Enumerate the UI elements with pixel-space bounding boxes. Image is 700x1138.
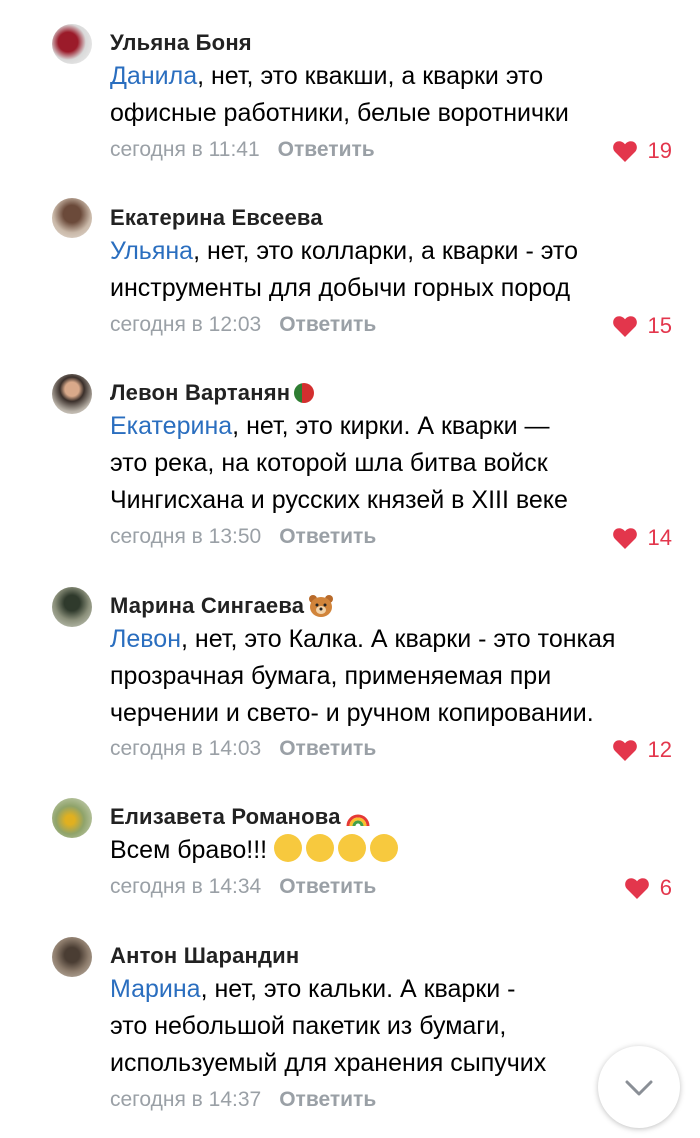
reply-button[interactable]: Ответить [279,875,376,898]
comment-meta: сегодня в 14:37 Ответить [110,1088,376,1112]
comment-text: Левон, нет, это Калка. А кварки - это то… [110,625,616,727]
comment-text: Марина, нет, это кальки. А кварки - это … [110,975,547,1077]
reply-button[interactable]: Ответить [278,138,375,161]
comment-meta: сегодня в 14:03 Ответить [110,737,376,761]
like-count: 12 [647,737,672,762]
mention-link[interactable]: Марина [110,975,201,1003]
heart-icon [612,528,637,549]
heart-icon [612,740,637,761]
heart-icon [612,141,637,162]
like-button[interactable]: 6 [624,875,672,901]
rolling-laughing-emoji [370,834,399,862]
flag-badge-icon [294,383,315,403]
mention-link[interactable]: Данила [110,62,197,90]
comment-time: сегодня в 14:34 [110,875,262,898]
comment-text: Всем браво!!! [110,832,680,869]
like-count: 6 [659,875,672,900]
like-count: 19 [647,138,672,163]
avatar[interactable] [52,198,92,238]
comment-time: сегодня в 14:37 [110,1088,262,1111]
rainbow-icon [346,814,370,827]
like-button[interactable]: 14 [612,525,672,551]
mention-link[interactable]: Левон [110,625,181,653]
comment-meta: сегодня в 11:41 Ответить [110,138,375,162]
rolling-laughing-emoji [306,834,335,862]
chevron-down-icon [625,1080,653,1096]
comment-author[interactable]: Марина Сингаева [110,593,334,619]
rolling-laughing-emoji [274,834,303,862]
comment-time: сегодня в 14:03 [110,737,262,760]
avatar[interactable] [52,24,92,64]
reply-button[interactable]: Ответить [279,737,376,760]
heart-icon [624,878,649,899]
reply-button[interactable]: Ответить [279,525,376,548]
comment-author[interactable]: Антон Шарандин [110,943,299,969]
like-button[interactable]: 19 [612,138,672,164]
comment-time: сегодня в 11:41 [110,138,260,161]
comment-text: Ульяна, нет, это колларки, а кварки - эт… [110,237,578,302]
reply-button[interactable]: Ответить [279,1088,376,1111]
heart-icon [612,316,637,337]
comment-meta: сегодня в 14:34 Ответить [110,875,376,899]
like-button[interactable]: 12 [612,737,672,763]
comment-text: Екатерина, нет, это кирки. А кварки — эт… [110,412,568,514]
avatar[interactable] [52,798,92,838]
comment-meta: сегодня в 12:03 Ответить [110,313,376,337]
comment-time: сегодня в 12:03 [110,313,262,336]
comment-author[interactable]: Екатерина Евсеева [110,205,323,231]
avatar[interactable] [52,937,92,977]
bear-emoji-icon [309,595,334,617]
comment-author[interactable]: Елизавета Романова [110,804,371,830]
rolling-laughing-emoji [338,834,367,862]
comment-meta: сегодня в 13:50 Ответить [110,525,376,549]
like-count: 15 [647,313,672,338]
scroll-down-button[interactable] [598,1046,680,1128]
reply-button[interactable]: Ответить [279,313,376,336]
avatar[interactable] [52,587,92,627]
like-button[interactable]: 15 [612,313,672,339]
comment-time: сегодня в 13:50 [110,525,262,548]
mention-link[interactable]: Екатерина [110,412,232,440]
mention-link[interactable]: Ульяна [110,237,193,265]
comment-author[interactable]: Ульяна Боня [110,30,252,56]
like-count: 14 [647,525,672,550]
comment-text: Данила, нет, это квакши, а кварки это оф… [110,62,569,127]
comment-author[interactable]: Левон Вартанян [110,380,315,406]
avatar[interactable] [52,374,92,414]
